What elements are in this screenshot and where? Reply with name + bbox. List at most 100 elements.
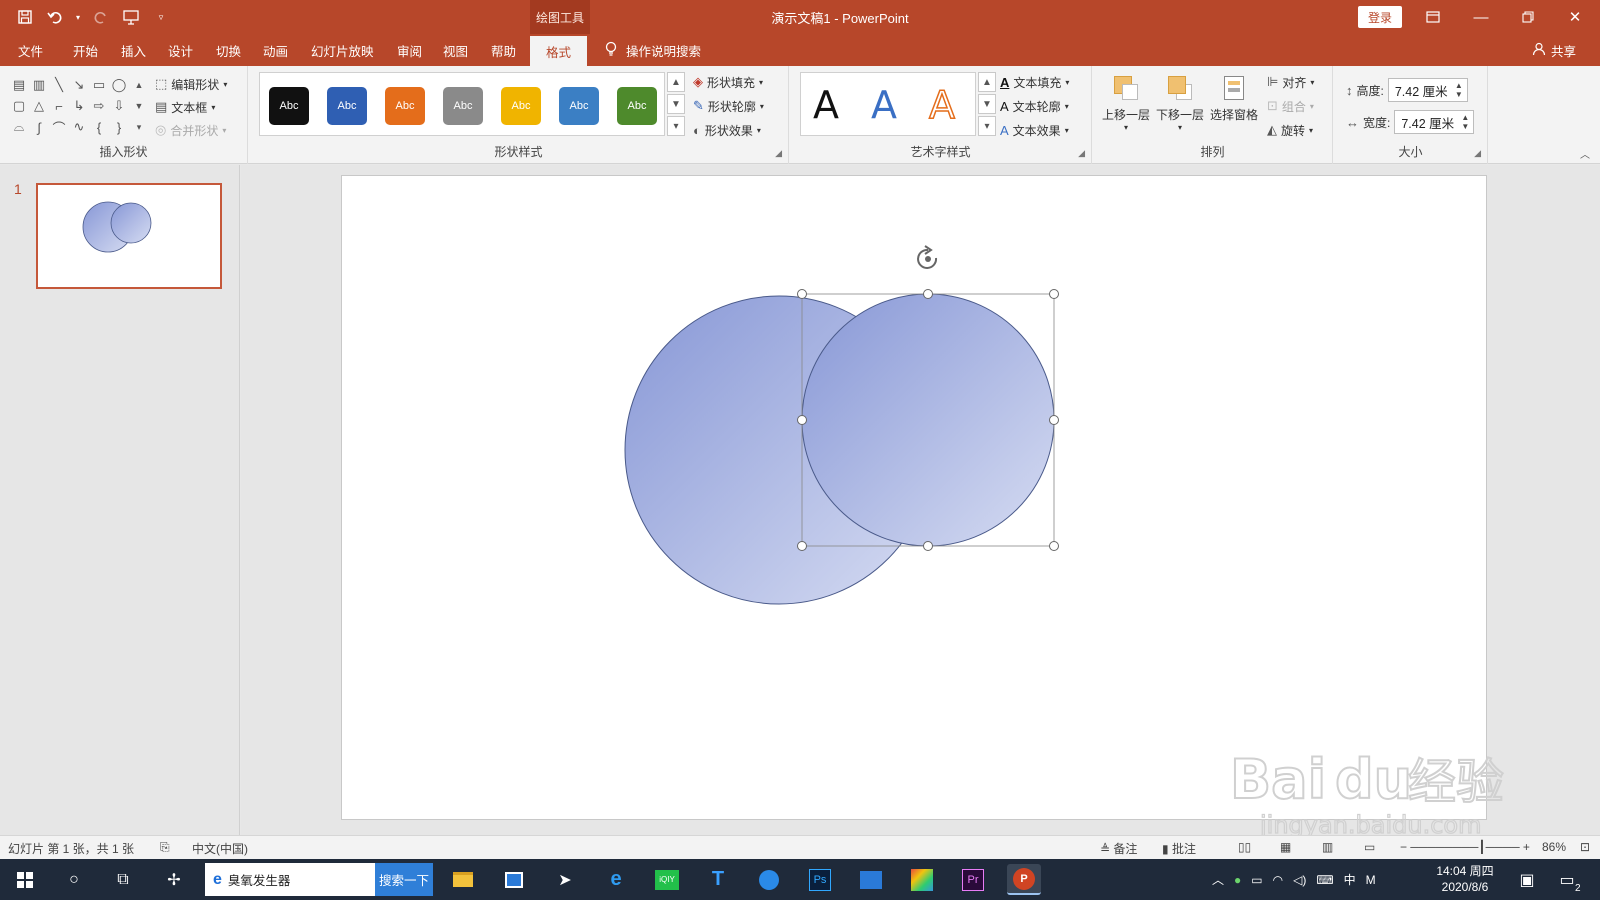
- tray-chevron-icon[interactable]: ︿: [1212, 871, 1224, 888]
- tab-help[interactable]: 帮助: [491, 34, 516, 66]
- spinner-icon[interactable]: ▲ ▼: [1461, 113, 1469, 131]
- shape-height-input[interactable]: 7.42 厘米 ▲ ▼: [1387, 78, 1468, 102]
- slide-thumbnail[interactable]: [36, 183, 222, 289]
- send-backward-button[interactable]: 下移一层 ▾: [1153, 74, 1207, 132]
- volume-icon[interactable]: ◁): [1293, 873, 1306, 887]
- wordart-sample[interactable]: A: [928, 82, 956, 128]
- spinner-icon[interactable]: ▲ ▼: [1455, 81, 1463, 99]
- vertical-textbox-shape-icon[interactable]: ▥: [30, 76, 48, 94]
- comments-button[interactable]: ▮ 批注: [1162, 840, 1196, 857]
- shape-fill-button[interactable]: ◈ 形状填充 ▾: [693, 72, 763, 92]
- text-outline-button[interactable]: A 文本轮廓 ▾: [1000, 96, 1069, 116]
- arrow-line-shape-icon[interactable]: ↘: [70, 76, 88, 94]
- taskbar-search-box[interactable]: e 臭氧发生器: [205, 863, 375, 896]
- resize-handle[interactable]: [923, 289, 933, 299]
- file-explorer-icon[interactable]: [446, 864, 480, 895]
- down-arrow-shape-icon[interactable]: ⇩: [110, 97, 128, 115]
- dialog-launcher-icon[interactable]: ◢: [1474, 148, 1481, 159]
- wordart-sample[interactable]: A: [871, 83, 897, 127]
- tray-app-icon[interactable]: ●: [1234, 873, 1241, 887]
- freeform-shape-icon[interactable]: ⌓: [10, 118, 28, 136]
- slideshow-view-icon[interactable]: ▭: [1364, 840, 1375, 854]
- windows-start-icon[interactable]: [8, 864, 42, 895]
- bring-forward-button[interactable]: 上移一层 ▾: [1099, 74, 1153, 132]
- text-fill-button[interactable]: A 文本填充 ▾: [1000, 72, 1069, 92]
- tab-review[interactable]: 审阅: [397, 34, 422, 66]
- taskbar-search-button[interactable]: 搜索一下: [375, 863, 433, 896]
- app-bird-icon[interactable]: ➤: [548, 864, 582, 895]
- gallery-more-icon[interactable]: ▾: [978, 116, 996, 136]
- zoom-slider[interactable]: − ────────┃──── +: [1400, 840, 1530, 854]
- arc-shape-icon[interactable]: ⌒: [50, 118, 68, 136]
- gallery-more-icon[interactable]: ▾: [130, 118, 148, 136]
- line-shape-icon[interactable]: ╲: [50, 76, 68, 94]
- slide-sorter-icon[interactable]: ▦: [1280, 840, 1291, 854]
- gallery-up-icon[interactable]: ▲: [978, 72, 996, 92]
- share-button[interactable]: 共享: [1532, 34, 1576, 66]
- spelling-icon[interactable]: ⎘: [160, 840, 170, 855]
- right-arrow-shape-icon[interactable]: ⇨: [90, 97, 108, 115]
- tab-home[interactable]: 开始: [73, 34, 98, 66]
- login-button[interactable]: 登录: [1358, 6, 1402, 28]
- zoom-level[interactable]: 86%: [1542, 840, 1566, 854]
- shape-style-swatch[interactable]: Abc: [443, 87, 483, 125]
- reading-view-icon[interactable]: ▥: [1322, 840, 1333, 854]
- tab-slideshow[interactable]: 幻灯片放映: [311, 34, 374, 66]
- close-icon[interactable]: ✕: [1552, 0, 1598, 34]
- ime-mode-indicator[interactable]: M: [1366, 873, 1376, 887]
- app-q-icon[interactable]: [752, 864, 786, 895]
- slide-canvas[interactable]: [341, 175, 1487, 820]
- triangle-shape-icon[interactable]: △: [30, 97, 48, 115]
- rotate-handle-icon[interactable]: [917, 245, 938, 269]
- tray-notification-app-icon[interactable]: ▣: [1510, 864, 1544, 895]
- tab-insert[interactable]: 插入: [121, 34, 146, 66]
- tab-transitions[interactable]: 切换: [216, 34, 241, 66]
- collapse-ribbon-icon[interactable]: ︿: [1580, 146, 1590, 161]
- resize-handle[interactable]: [797, 289, 807, 299]
- resize-handle[interactable]: [797, 541, 807, 551]
- photoshop-icon[interactable]: Ps: [803, 864, 837, 895]
- right-brace-shape-icon[interactable]: }: [110, 118, 128, 136]
- battery-icon[interactable]: ▭: [1251, 873, 1262, 887]
- shape-outline-button[interactable]: ✎ 形状轮廓 ▾: [693, 96, 764, 116]
- resize-handle[interactable]: [1049, 289, 1059, 299]
- present-icon[interactable]: [120, 6, 142, 28]
- undo-dropdown-icon[interactable]: ▾: [74, 6, 82, 28]
- rotate-button[interactable]: ◭ 旋转 ▾: [1267, 120, 1313, 140]
- wifi-icon[interactable]: ◠: [1273, 873, 1283, 887]
- save-icon[interactable]: [14, 6, 36, 28]
- powerpoint-taskbar-icon[interactable]: P: [1007, 864, 1041, 895]
- dialog-launcher-icon[interactable]: ◢: [1078, 148, 1085, 159]
- language-status[interactable]: 中文(中国): [192, 840, 248, 857]
- keyboard-icon[interactable]: ⌨: [1316, 873, 1333, 887]
- restore-icon[interactable]: [1505, 0, 1551, 34]
- align-button[interactable]: ⊫ 对齐 ▾: [1267, 72, 1314, 92]
- ime-indicator[interactable]: 中: [1344, 871, 1356, 888]
- shape-style-swatch[interactable]: Abc: [501, 87, 541, 125]
- resize-handle[interactable]: [797, 415, 807, 425]
- gallery-more-icon[interactable]: ▾: [667, 116, 685, 136]
- shape-effects-button[interactable]: ◐ 形状效果 ▾: [693, 120, 761, 140]
- gallery-down-icon[interactable]: ▼: [978, 94, 996, 114]
- tab-view[interactable]: 视图: [443, 34, 468, 66]
- resize-handle[interactable]: [1049, 415, 1059, 425]
- app-pinwheel-icon[interactable]: ✢: [157, 864, 191, 895]
- textbox-shape-icon[interactable]: ▤: [10, 76, 28, 94]
- outlook-icon[interactable]: [854, 864, 888, 895]
- iqiyi-icon[interactable]: iQIY: [650, 864, 684, 895]
- tell-me-search[interactable]: 操作说明搜索: [604, 34, 701, 66]
- tab-file[interactable]: 文件: [18, 34, 43, 66]
- selection-pane-button[interactable]: 选择窗格: [1207, 74, 1261, 123]
- resize-handle[interactable]: [923, 541, 933, 551]
- shape-style-swatch[interactable]: Abc: [559, 87, 599, 125]
- resize-handle[interactable]: [1049, 541, 1059, 551]
- customize-qat-icon[interactable]: ▿: [150, 6, 172, 28]
- tab-format[interactable]: 格式: [530, 36, 588, 66]
- notes-button[interactable]: ≜ 备注: [1100, 840, 1137, 857]
- gallery-down-icon[interactable]: ▼: [130, 97, 148, 115]
- edit-shape-button[interactable]: ⬚ 编辑形状 ▾: [155, 74, 227, 94]
- gallery-down-icon[interactable]: ▼: [667, 94, 685, 114]
- shape-style-swatch[interactable]: Abc: [269, 87, 309, 125]
- scribble-shape-icon[interactable]: ∫: [30, 118, 48, 136]
- rounded-rect-shape-icon[interactable]: ▢: [10, 97, 28, 115]
